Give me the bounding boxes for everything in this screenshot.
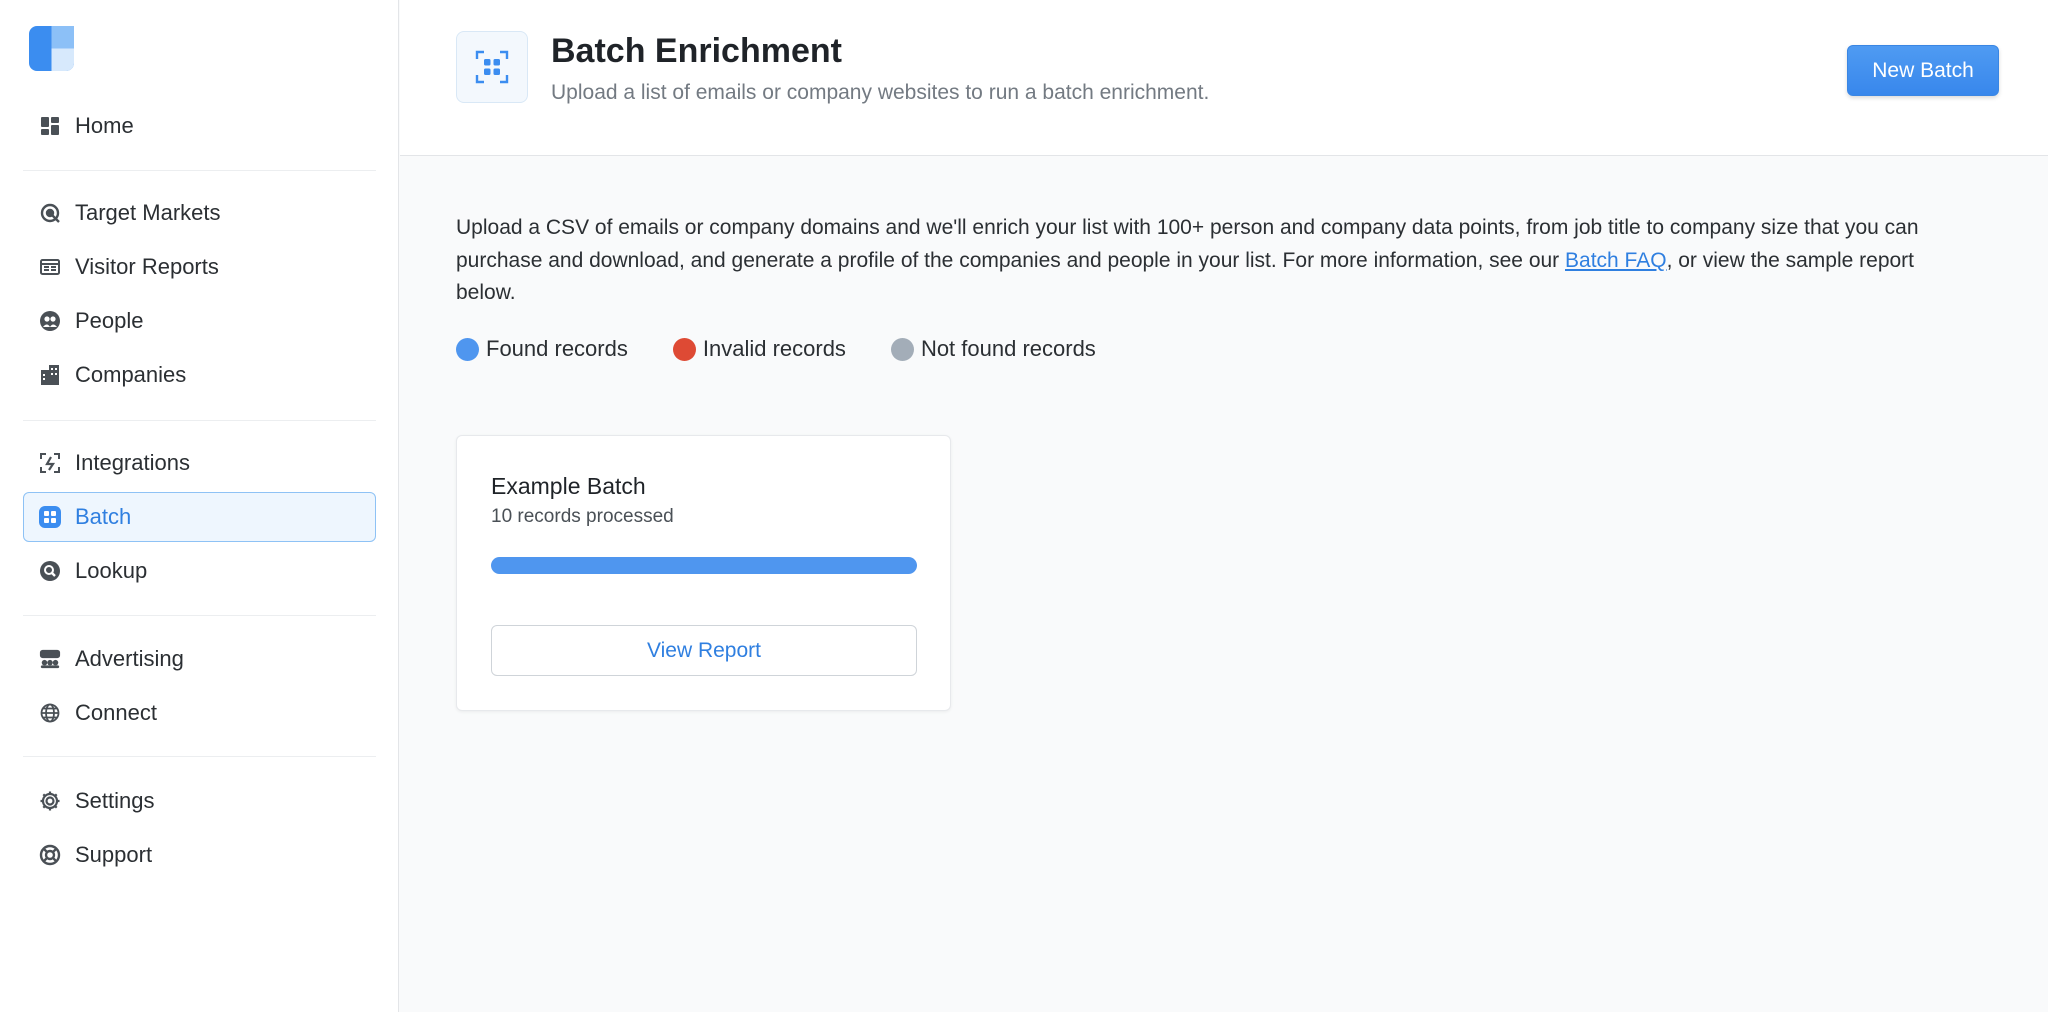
new-batch-button[interactable]: New Batch [1847, 45, 1999, 96]
globe-icon [39, 702, 61, 724]
nav-group-tools: Integrations Batch Lookup [23, 438, 376, 600]
sidebar-item-home[interactable]: Home [23, 101, 376, 151]
batch-icon [456, 31, 528, 103]
legend-dot [672, 337, 696, 361]
legend-item-found: Found records [456, 336, 628, 362]
legend-label: Invalid records [702, 336, 846, 361]
legend-dot [456, 337, 479, 361]
sidebar-item-label: Settings [75, 788, 155, 813]
batch-card-title: Example Batch [491, 473, 646, 499]
sidebar-item-companies[interactable]: Companies [23, 350, 376, 400]
dashboard-icon [39, 115, 61, 137]
sidebar-item-label: Integrations [75, 450, 190, 475]
sidebar-item-people[interactable]: People [23, 296, 376, 346]
intro-text: Upload a CSV of emails or company domain… [456, 212, 1926, 310]
legend-label: Not found records [920, 336, 1096, 361]
sidebar-item-label: Connect [75, 700, 157, 725]
legend-item-not-found: Not found records [890, 336, 1096, 362]
integrations-icon [39, 452, 61, 474]
target-icon [39, 202, 61, 224]
sidebar-divider [23, 170, 376, 171]
sidebar-divider [23, 756, 376, 757]
sidebar-divider [23, 420, 376, 421]
sidebar-item-integrations[interactable]: Integrations [23, 438, 376, 488]
sidebar-item-label: People [75, 308, 144, 333]
view-report-button[interactable]: View Report [491, 625, 917, 676]
people-icon [39, 310, 61, 332]
advertising-icon [39, 648, 61, 670]
batch-faq-link[interactable]: Batch FAQ [1565, 249, 1667, 272]
sidebar-item-settings[interactable]: Settings [23, 776, 376, 826]
sidebar-item-label: Lookup [75, 558, 148, 583]
sidebar-item-label: Companies [75, 362, 187, 387]
lifebuoy-icon [39, 844, 61, 866]
sidebar-item-batch[interactable]: Batch [23, 492, 376, 542]
sidebar-divider [23, 615, 376, 616]
page-subtitle: Upload a list of emails or company websi… [551, 81, 1210, 104]
sidebar-item-target-markets[interactable]: Target Markets [23, 188, 376, 238]
progress-found [491, 557, 917, 574]
page-title: Batch Enrichment [551, 32, 842, 70]
sidebar-item-label: Support [75, 842, 153, 867]
building-icon [39, 364, 61, 386]
sidebar-item-visitor-reports[interactable]: Visitor Reports [23, 242, 376, 292]
batch-card: Example Batch 10 records processed View … [456, 435, 951, 711]
legend-dot [890, 337, 914, 361]
app-logo[interactable] [29, 26, 74, 71]
sidebar-item-connect[interactable]: Connect [23, 688, 376, 738]
nav-group-growth: Advertising Connect [23, 634, 376, 742]
legend-item-invalid: Invalid records [672, 336, 846, 362]
batch-card-subtitle: 10 records processed [491, 506, 674, 527]
sidebar-item-label: Target Markets [75, 200, 221, 225]
report-icon [39, 256, 61, 278]
sidebar: Home Target Markets Visitor Reports Peop… [0, 0, 399, 1012]
sidebar-item-label: Batch [75, 504, 132, 529]
gear-icon [39, 790, 61, 812]
sidebar-item-label: Home [75, 113, 134, 138]
sidebar-item-advertising[interactable]: Advertising [23, 634, 376, 684]
nav-group-account: Settings Support [23, 776, 376, 884]
lookup-icon [39, 560, 61, 582]
nav-group-home: Home [23, 101, 376, 155]
sidebar-item-label: Visitor Reports [75, 254, 219, 279]
page-header: Batch Enrichment Upload a list of emails… [400, 0, 2048, 156]
nav-group-data: Target Markets Visitor Reports People Co… [23, 188, 376, 404]
sidebar-item-lookup[interactable]: Lookup [23, 546, 376, 596]
sidebar-item-support[interactable]: Support [23, 830, 376, 880]
sidebar-item-label: Advertising [75, 646, 184, 671]
batch-icon [39, 506, 61, 528]
legend-label: Found records [486, 336, 628, 361]
batch-progress-bar [491, 557, 917, 574]
legend: Found records Invalid records Not found … [456, 336, 1141, 362]
